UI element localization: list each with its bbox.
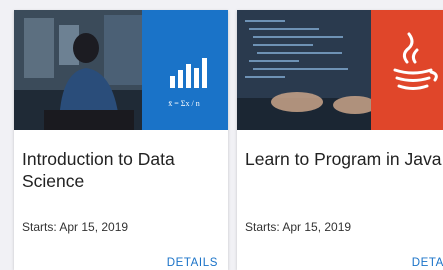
data-science-thumbnail-image: x̄ = Σx / n (14, 10, 228, 130)
course-thumbnail[interactable] (237, 10, 443, 130)
mean-formula: x̄ = Σx / n (168, 99, 199, 108)
course-title[interactable]: Learn to Program in Java (245, 148, 443, 170)
course-start-date: Starts: Apr 15, 2019 (245, 220, 352, 234)
course-title[interactable]: Introduction to Data Science (22, 148, 220, 192)
course-card-java[interactable]: Learn to Program in Java Starts: Apr 15,… (237, 10, 443, 270)
course-start-date: Starts: Apr 15, 2019 (22, 220, 129, 234)
course-card-data-science[interactable]: x̄ = Σx / n Introduction to Data Science… (14, 10, 228, 270)
java-thumbnail-image (237, 10, 443, 130)
details-link[interactable]: DETAILS (412, 257, 443, 269)
course-thumbnail[interactable]: x̄ = Σx / n (14, 10, 228, 130)
details-link[interactable]: DETAILS (167, 257, 218, 269)
